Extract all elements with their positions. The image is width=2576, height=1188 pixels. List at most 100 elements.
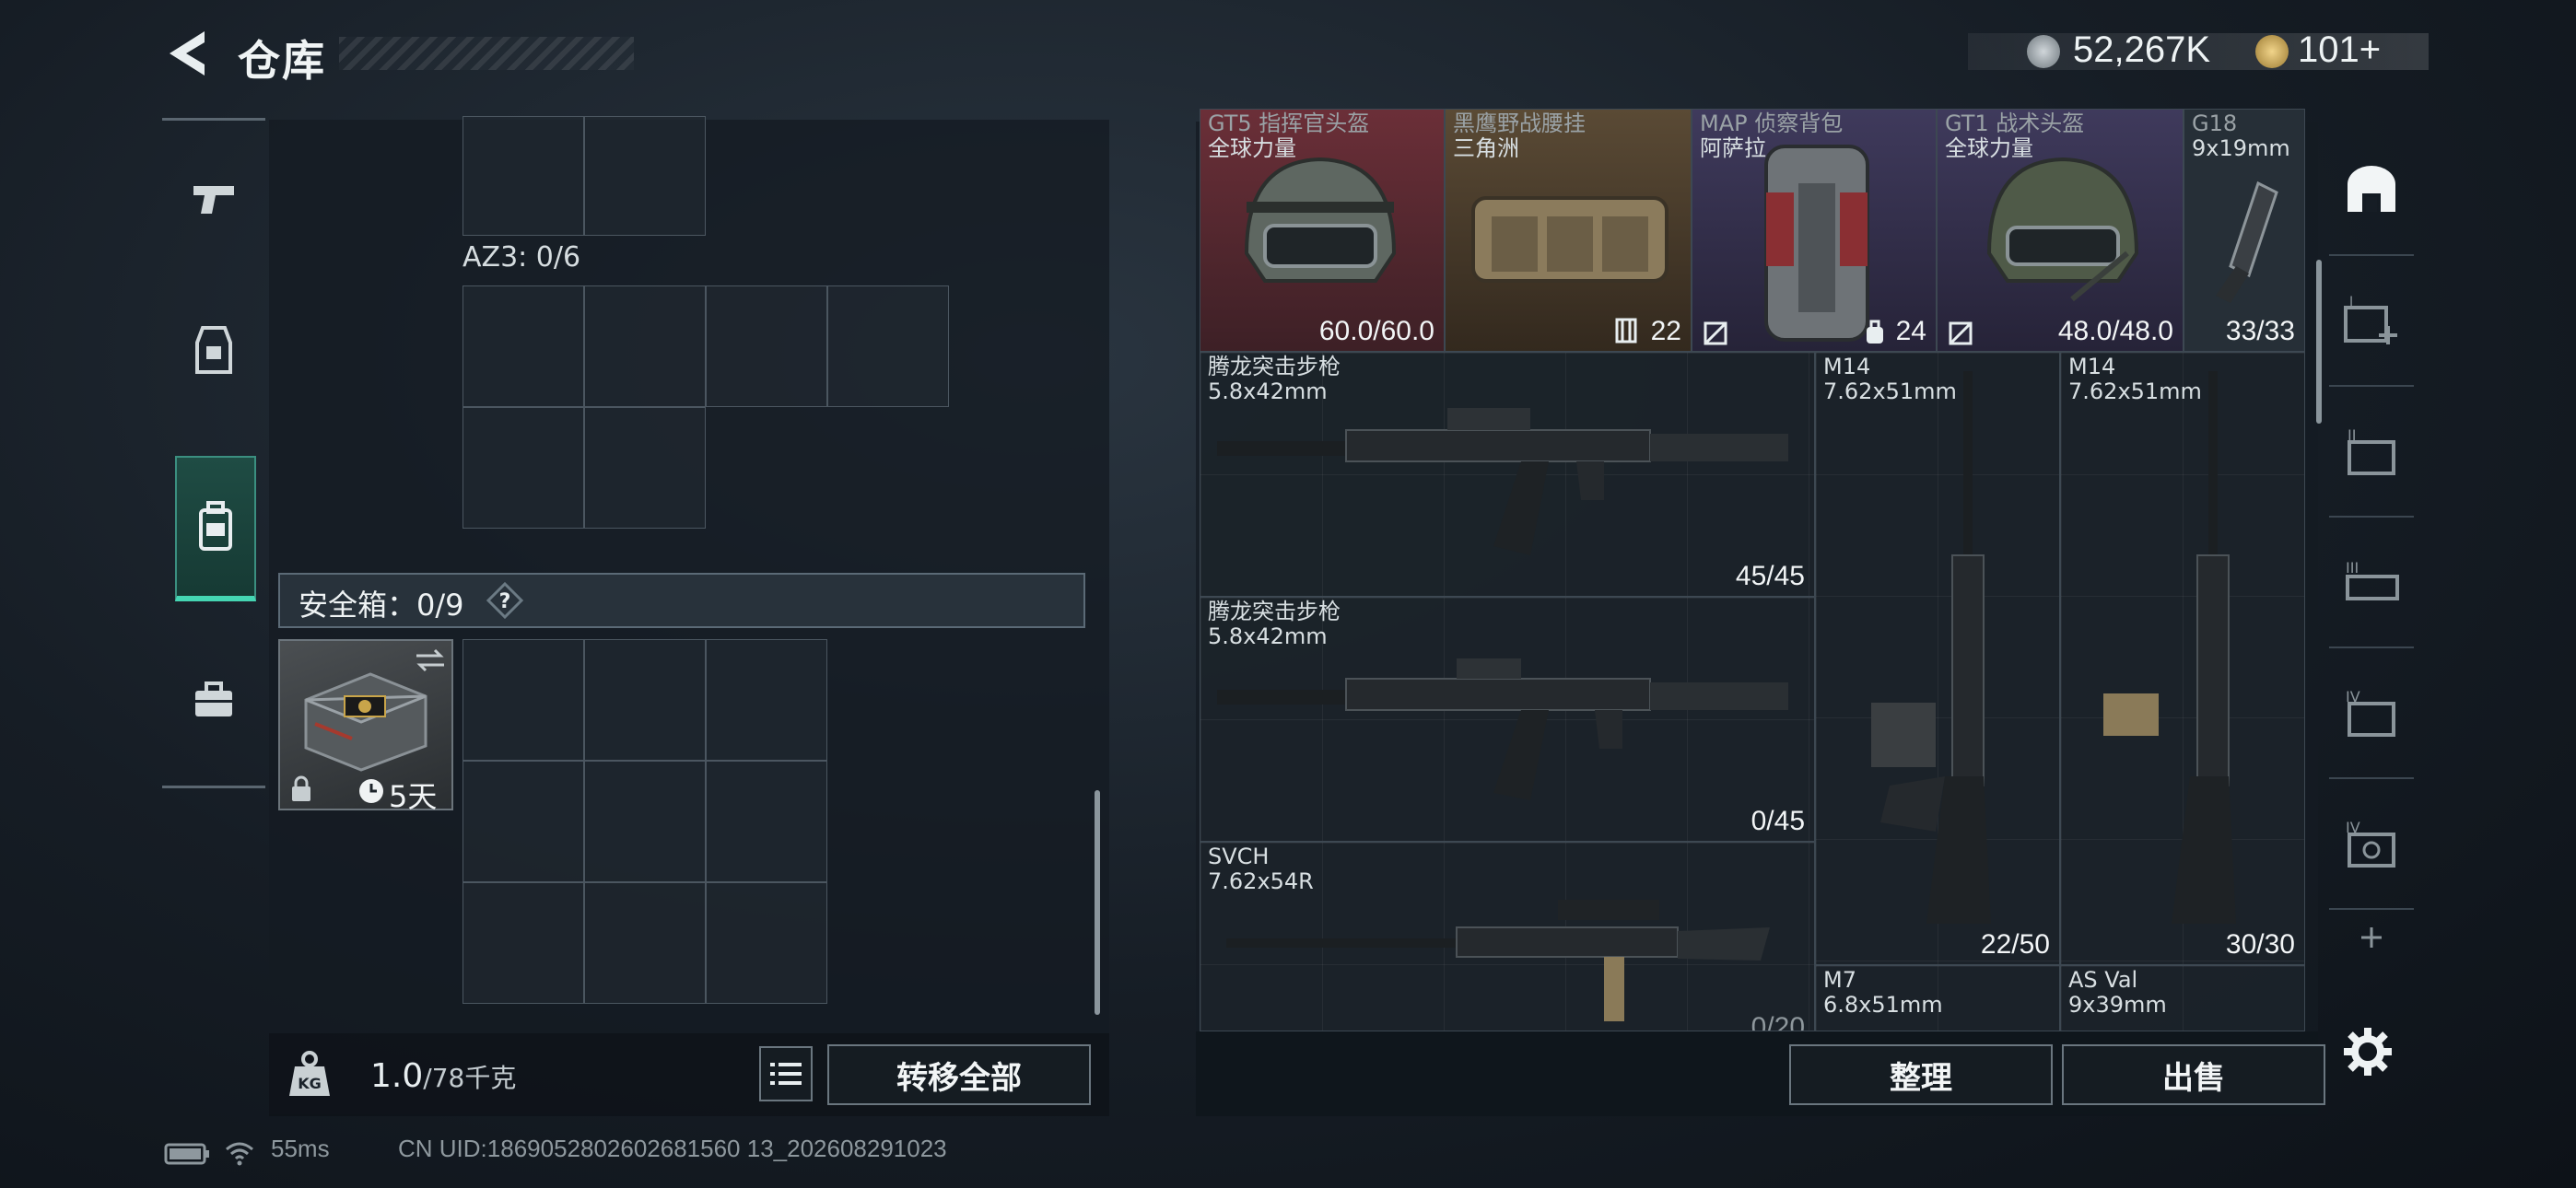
container-slot[interactable] bbox=[706, 285, 827, 407]
safe-box-item[interactable]: 5天 bbox=[278, 639, 453, 814]
item-ammo: 30/30 bbox=[2225, 929, 2295, 960]
backpack-icon bbox=[199, 501, 232, 551]
item-ammo: 33/33 bbox=[2225, 316, 2295, 346]
stash-page-3[interactable]: III bbox=[2329, 518, 2414, 648]
stash-page-1[interactable]: I bbox=[2329, 256, 2414, 387]
weight-value: 1.0 bbox=[370, 1057, 424, 1095]
stash-page-main[interactable] bbox=[2329, 125, 2414, 256]
rail-case[interactable] bbox=[175, 631, 252, 769]
currency-silver-amount: 52,267K bbox=[2073, 29, 2211, 70]
assault-rifle-image bbox=[1217, 408, 1788, 555]
item-durability: 60.0/60.0 bbox=[1318, 316, 1434, 346]
medical-case-icon: IV bbox=[2346, 819, 2395, 868]
ping-readout: 55ms bbox=[271, 1135, 330, 1162]
item-ammo: 45/45 bbox=[1735, 561, 1805, 591]
stash-item-rifle-2[interactable]: 腾龙突击步枪 5.8x42mm 0/45 bbox=[1200, 597, 1815, 842]
safe-slot[interactable] bbox=[584, 639, 706, 761]
rail-backpack[interactable] bbox=[175, 456, 256, 601]
gold-coin-icon bbox=[2255, 35, 2289, 68]
stash-page-2[interactable]: II bbox=[2329, 387, 2414, 518]
rail-weapons[interactable] bbox=[175, 130, 252, 268]
warehouse-icon bbox=[2348, 166, 2395, 212]
item-ammo: 22/50 bbox=[1980, 929, 2050, 960]
item-name: 腾龙突击步枪 bbox=[1208, 599, 1341, 624]
stash-item-pistol[interactable]: G18 9x19mm 33/33 bbox=[2184, 109, 2305, 352]
stash-page-label: III bbox=[2346, 559, 2359, 577]
wifi-icon bbox=[226, 1142, 253, 1166]
item-ammo: 0/45 bbox=[1751, 806, 1805, 836]
no-insure-icon bbox=[1949, 321, 1973, 345]
container-slot[interactable] bbox=[584, 285, 706, 407]
swap-icon[interactable] bbox=[413, 646, 448, 674]
safe-slot[interactable] bbox=[584, 882, 706, 1004]
assault-rifle-image bbox=[1217, 658, 1788, 800]
weight-max: /78千克 bbox=[423, 1063, 517, 1093]
currency-gold-amount[interactable]: 101+ bbox=[2298, 29, 2381, 71]
stash-item-asval[interactable]: AS Val 9x39mm bbox=[2060, 965, 2305, 1031]
safe-slot[interactable] bbox=[706, 761, 827, 882]
item-sub: 7.62x54R bbox=[1208, 868, 1314, 894]
transfer-all-button[interactable]: 转移全部 bbox=[827, 1044, 1091, 1105]
item-capacity: 22 bbox=[1650, 316, 1681, 346]
svg-text:KG: KG bbox=[298, 1075, 322, 1092]
item-sub: 9x19mm bbox=[2192, 135, 2290, 161]
item-durability: 48.0/48.0 bbox=[2057, 316, 2173, 346]
safe-slot[interactable] bbox=[463, 761, 584, 882]
settings-gear-icon[interactable] bbox=[2342, 1026, 2394, 1077]
stash-page-5[interactable]: IV bbox=[2329, 779, 2414, 910]
safe-slot[interactable] bbox=[706, 639, 827, 761]
safe-slot[interactable] bbox=[463, 639, 584, 761]
stash-item-belt[interactable]: 黑鹰野战腰挂 三角洲 22 bbox=[1445, 109, 1692, 352]
stash-add-page[interactable] bbox=[2329, 910, 2414, 965]
container-slot[interactable] bbox=[463, 285, 584, 407]
stash-tab-icon: II bbox=[2348, 426, 2395, 475]
help-icon[interactable]: ? bbox=[486, 582, 523, 619]
helmet-image bbox=[1244, 157, 1397, 283]
sort-button[interactable]: 整理 bbox=[1789, 1044, 2053, 1105]
stash-page-label: IV bbox=[2346, 688, 2360, 705]
container-slot[interactable] bbox=[463, 116, 584, 236]
inventory-scrollbar[interactable] bbox=[1095, 790, 1100, 1015]
stash-item-helmet-gt1[interactable]: GT1 战术头盔 全球力量 48.0/48.0 bbox=[1937, 109, 2184, 352]
rail-equipment[interactable] bbox=[175, 281, 252, 419]
stash-item-m14-1[interactable]: M14 7.62x51mm 22/50 bbox=[1815, 352, 2060, 965]
container-slot[interactable] bbox=[584, 116, 706, 236]
stash-page-label: I bbox=[2349, 295, 2353, 309]
stash-scrollbar[interactable] bbox=[2316, 260, 2322, 424]
stash-item-svch[interactable]: SVCH 7.62x54R 0/20 bbox=[1200, 842, 1815, 1031]
safe-slot[interactable] bbox=[584, 761, 706, 882]
item-name: M7 bbox=[1823, 967, 1856, 993]
stash-page-label: II bbox=[2348, 426, 2356, 444]
stash-item-helmet-gt5[interactable]: GT5 指挥官头盔 全球力量 60.0/60.0 bbox=[1200, 109, 1445, 352]
container-slot[interactable] bbox=[463, 407, 584, 529]
item-name: AS Val bbox=[2068, 967, 2138, 993]
safe-slot[interactable] bbox=[463, 882, 584, 1004]
title-decoration bbox=[339, 37, 634, 70]
add-stash-icon: I bbox=[2344, 295, 2397, 344]
stash-item-backpack[interactable]: MAP 侦察背包 阿萨拉 24 bbox=[1692, 109, 1937, 352]
container-label: AZ3: 0/6 bbox=[463, 241, 581, 274]
belt-rig-image bbox=[1471, 196, 1669, 283]
item-sub: 9x39mm bbox=[2068, 992, 2167, 1018]
stash-page-rail: I II III IV IV bbox=[2329, 125, 2414, 1114]
silver-coin-icon bbox=[2027, 35, 2060, 68]
stash-page-4[interactable]: IV bbox=[2329, 648, 2414, 779]
page-title: 仓库 bbox=[238, 36, 326, 86]
briefcase-icon bbox=[195, 681, 232, 716]
item-name: 黑鹰野战腰挂 bbox=[1453, 111, 1586, 136]
stash-item-m7[interactable]: M7 6.8x51mm bbox=[1815, 965, 2060, 1031]
container-slot[interactable] bbox=[584, 407, 706, 529]
stash-item-rifle-1[interactable]: 腾龙突击步枪 5.8x42mm 45/45 bbox=[1200, 352, 1815, 597]
plus-icon bbox=[2361, 927, 2382, 948]
sell-button[interactable]: 出售 bbox=[2062, 1044, 2325, 1105]
battery-icon bbox=[164, 1143, 209, 1165]
list-view-button[interactable] bbox=[759, 1046, 813, 1101]
stash-item-m14-2[interactable]: M14 7.62x51mm 30/30 bbox=[2060, 352, 2305, 965]
back-arrow-icon[interactable] bbox=[162, 26, 214, 81]
item-sub: 6.8x51mm bbox=[1823, 992, 1943, 1018]
help-glyph: ? bbox=[499, 590, 511, 613]
item-name: SVCH bbox=[1208, 844, 1270, 869]
list-icon bbox=[770, 1063, 802, 1085]
container-slot[interactable] bbox=[827, 285, 949, 407]
safe-slot[interactable] bbox=[706, 882, 827, 1004]
